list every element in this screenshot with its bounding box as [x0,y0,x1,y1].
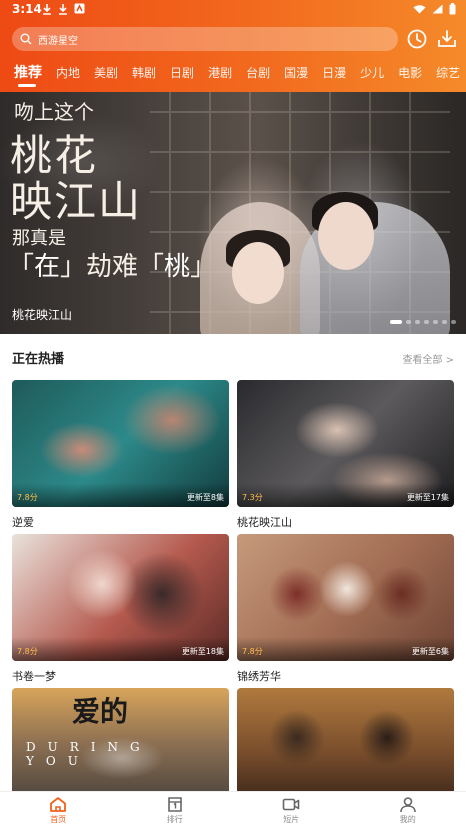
section-title: 正在热播 [12,352,65,367]
banner-promo-text: 」 [190,252,217,282]
banner-promo-text: 桃 [164,252,191,282]
carousel-dot[interactable] [424,320,429,324]
wifi-icon [413,5,426,14]
show-episodes: 更新至8集 [186,493,224,502]
banner-promo-title: 映江山 [10,177,143,226]
tab-korean-drama[interactable]: 韩剧 [132,64,156,81]
poster-title: 爱的 [72,695,129,728]
show-episodes: 更新至6集 [411,647,449,656]
show-card[interactable]: 7.8分 更新至18集 书卷一梦 [12,534,229,684]
nav-label: 我的 [399,815,416,824]
banner-face [318,202,374,270]
nav-ranking[interactable]: 排行 [117,792,234,830]
poster-subtitle: DURING YOU [26,740,152,768]
nav-home[interactable]: 首页 [0,792,117,830]
system-status-icons [413,3,456,15]
nav-label: 排行 [166,815,183,824]
tab-chinese-anime[interactable]: 国漫 [284,64,308,81]
show-score: 7.8分 [17,647,38,656]
show-thumbnail: 7.8分 更新至8集 [12,380,229,507]
category-tabs: 推荐 内地 美剧 韩剧 日剧 港剧 台剧 国漫 日漫 少儿 电影 综艺 [6,60,466,84]
carousel-dot[interactable] [415,320,420,324]
search-input[interactable]: 西游星空 [12,27,398,51]
tab-kids[interactable]: 少儿 [360,64,384,81]
show-episodes: 更新至17集 [406,493,449,502]
nav-profile[interactable]: 我的 [350,792,466,830]
show-title: 锦绣芳华 [237,670,281,683]
show-thumbnail: 7.8分 更新至6集 [237,534,454,661]
carousel-dot[interactable] [442,320,447,324]
show-title: 书卷一梦 [12,670,56,683]
nav-label: 首页 [50,815,67,824]
tab-mainland[interactable]: 内地 [56,64,80,81]
banner-promo-text: 吻上这个 [14,100,94,124]
show-episodes: 更新至18集 [181,647,224,656]
tab-variety[interactable]: 综艺 [436,64,460,81]
download-icon[interactable] [436,28,458,50]
banner-promo-text: 」劫难「 [60,252,165,282]
show-card[interactable]: 7.3分 更新至17集 桃花映江山 [237,380,454,530]
nav-label: 短片 [283,815,300,824]
nav-short-video[interactable]: 短片 [233,792,350,830]
app-header: 3:14 西游星空 推荐 内地 美剧 韩剧 日剧 港剧 台剧 国漫 日漫 少儿 … [0,0,466,92]
banner-promo-text: 在 [34,252,61,282]
show-title: 桃花映江山 [237,516,292,529]
see-all-link[interactable]: 查看全部 > [402,351,454,366]
tab-recommend[interactable]: 推荐 [14,62,42,82]
carousel-dot[interactable] [390,320,402,324]
show-thumbnail: 7.3分 更新至17集 [237,380,454,507]
video-icon [282,798,300,811]
banner-caption: 桃花映江山 [12,308,73,322]
search-placeholder: 西游星空 [38,35,78,47]
history-icon[interactable] [406,28,428,50]
show-title: 逆爱 [12,516,34,529]
banner-promo-text: 「 [8,252,35,282]
carousel-dot[interactable] [406,320,411,324]
carousel-dot[interactable] [451,320,456,324]
hero-banner[interactable]: 吻上这个 桃花 映江山 那真是 「在」劫难「桃」 桃花映江山 [0,92,466,334]
show-card[interactable]: 7.8分 更新至8集 逆爱 [12,380,229,530]
tab-tw-drama[interactable]: 台剧 [246,64,270,81]
status-time: 3:14 [12,2,42,16]
battery-icon [449,3,456,15]
tab-japanese-anime[interactable]: 日漫 [322,64,346,81]
show-score: 7.3分 [242,493,263,502]
home-icon [50,797,67,812]
carousel-dots [390,320,456,324]
tab-us-drama[interactable]: 美剧 [94,64,118,81]
person-icon [399,797,416,813]
download-notification-icon [59,4,67,15]
search-icon [20,33,32,45]
status-bar: 3:14 [0,0,466,20]
show-score: 7.8分 [17,493,38,502]
notification-icons [42,3,85,15]
signal-icon [432,4,443,14]
tab-hk-drama[interactable]: 港剧 [208,64,232,81]
banner-promo-text: 「在」劫难「桃」 [8,246,216,283]
app-notification-icon [74,3,85,14]
carousel-dot[interactable] [433,320,438,324]
show-card[interactable]: 7.8分 更新至6集 锦绣芳华 [237,534,454,684]
tab-movies[interactable]: 电影 [398,64,422,81]
banner-face [232,242,284,304]
tab-japanese-drama[interactable]: 日剧 [170,64,194,81]
download-notification-icon [43,4,51,15]
bottom-navigation: 首页 排行 短片 我的 [0,791,466,830]
ranking-icon [167,797,182,812]
show-score: 7.8分 [242,647,263,656]
show-thumbnail: 7.8分 更新至18集 [12,534,229,661]
active-tab-indicator [18,84,36,87]
